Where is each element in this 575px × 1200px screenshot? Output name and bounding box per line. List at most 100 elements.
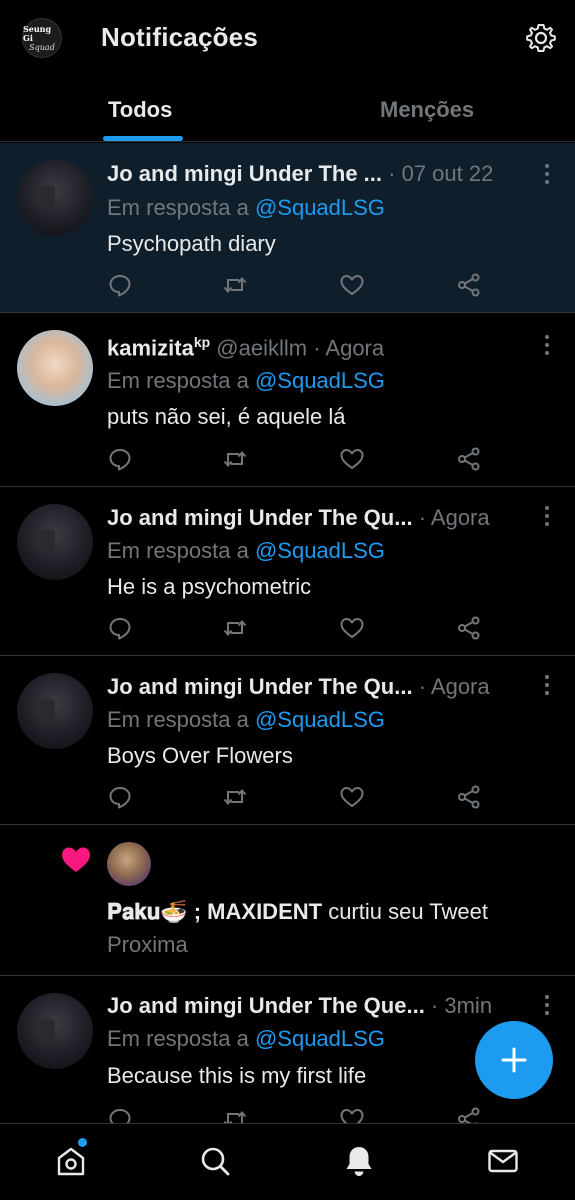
- like-icon[interactable]: [339, 272, 365, 298]
- heart-icon: [62, 847, 90, 872]
- tweet-actions: [107, 446, 487, 472]
- more-icon[interactable]: [537, 334, 557, 356]
- retweet-icon[interactable]: [222, 446, 248, 472]
- author-line: Jo and mingi Under The Qu... · Agora: [107, 505, 490, 531]
- like-icon[interactable]: [339, 446, 365, 472]
- author-name[interactable]: Jo and mingi Under The ...: [107, 161, 382, 186]
- avatar[interactable]: [17, 673, 93, 749]
- notification-item[interactable]: Jo and mingi Under The Qu... · Agora Em …: [0, 656, 575, 825]
- search-icon[interactable]: [198, 1144, 232, 1178]
- bottom-navigation: [0, 1123, 575, 1200]
- more-icon[interactable]: [537, 505, 557, 527]
- home-unread-dot: [78, 1138, 87, 1147]
- author-name-superscript: kp: [193, 334, 211, 350]
- notification-item[interactable]: kamizitakp @aeikllm · Agora Em resposta …: [0, 313, 575, 487]
- like-summary: 𝐏𝐚𝐤𝐮🍜 ; MAXIDENT curtiu seu Tweet: [107, 899, 488, 925]
- timestamp: · 3min: [424, 993, 493, 1018]
- timestamp: · Agora: [412, 674, 490, 699]
- reply-icon[interactable]: [107, 272, 133, 298]
- share-icon[interactable]: [456, 784, 482, 810]
- avatar[interactable]: [17, 160, 93, 236]
- author-name[interactable]: Jo and mingi Under The Que...: [107, 993, 425, 1018]
- notification-tabs: Todos Menções: [0, 80, 575, 142]
- author-name[interactable]: kamizita: [107, 335, 194, 360]
- retweet-icon[interactable]: [222, 1106, 248, 1123]
- reply-handle-link[interactable]: @SquadLSG: [255, 195, 385, 220]
- reply-context: Em resposta a @SquadLSG: [107, 538, 385, 564]
- tab-mencoes[interactable]: Menções: [380, 97, 474, 123]
- tweet-text: puts não sei, é aquele lá: [107, 404, 346, 429]
- tweet-actions: [107, 1106, 487, 1123]
- like-icon[interactable]: [339, 784, 365, 810]
- reply-context: Em resposta a @SquadLSG: [107, 1026, 385, 1052]
- handle-and-time: @aeikllm · Agora: [210, 335, 385, 361]
- liker-names[interactable]: 𝐏𝐚𝐤𝐮🍜 ; MAXIDENT: [107, 899, 322, 924]
- mail-icon[interactable]: [486, 1144, 520, 1178]
- reply-handle-link[interactable]: @SquadLSG: [255, 538, 385, 563]
- more-icon[interactable]: [537, 994, 557, 1016]
- reply-prefix: Em resposta a: [107, 368, 255, 393]
- tab-todos[interactable]: Todos: [108, 97, 172, 123]
- avatar[interactable]: [17, 993, 93, 1069]
- tweet-text: Because this is my first life: [107, 1063, 367, 1088]
- author-line: Jo and mingi Under The ... · 07 out 22: [107, 161, 493, 187]
- avatar[interactable]: [17, 330, 93, 406]
- tweet-actions: [107, 784, 487, 810]
- share-icon[interactable]: [456, 1106, 482, 1123]
- reply-prefix: Em resposta a: [107, 538, 255, 563]
- reply-handle-link[interactable]: @SquadLSG: [255, 707, 385, 732]
- author-line: kamizitakp @aeikllm · Agora: [107, 334, 384, 361]
- compose-tweet-button[interactable]: [475, 1021, 553, 1099]
- top-app-bar: Seung Gi Squad Notificações: [0, 0, 575, 78]
- gear-icon[interactable]: [525, 22, 557, 54]
- retweet-icon[interactable]: [222, 272, 248, 298]
- liker-avatar[interactable]: [107, 842, 151, 886]
- tweet-actions: [107, 272, 487, 298]
- author-line: Jo and mingi Under The Qu... · Agora: [107, 674, 490, 700]
- tweet-text: Psychopath diary: [107, 231, 276, 256]
- author-name[interactable]: Jo and mingi Under The Qu...: [107, 674, 413, 699]
- active-tab-indicator: [103, 136, 183, 141]
- reply-context: Em resposta a @SquadLSG: [107, 368, 385, 394]
- reply-handle-link[interactable]: @SquadLSG: [255, 1026, 385, 1051]
- reply-icon[interactable]: [107, 615, 133, 641]
- retweet-icon[interactable]: [222, 784, 248, 810]
- page-title: Notificações: [101, 22, 259, 52]
- like-action-text: curtiu seu Tweet: [322, 899, 488, 924]
- tweet-text: He is a psychometric: [107, 574, 312, 599]
- timestamp: · 07 out 22: [382, 161, 494, 186]
- profile-avatar[interactable]: Seung Gi Squad: [22, 18, 62, 58]
- author-line: Jo and mingi Under The Que... · 3min: [107, 993, 492, 1019]
- more-icon[interactable]: [537, 674, 557, 696]
- author-name[interactable]: Jo and mingi Under The Qu...: [107, 505, 413, 530]
- reply-prefix: Em resposta a: [107, 1026, 255, 1051]
- reply-icon[interactable]: [107, 784, 133, 810]
- avatar-logo-line1: Seung Gi: [23, 23, 52, 43]
- share-icon[interactable]: [456, 272, 482, 298]
- retweet-icon[interactable]: [222, 615, 248, 641]
- reply-prefix: Em resposta a: [107, 707, 255, 732]
- reply-icon[interactable]: [107, 1106, 133, 1123]
- bell-icon[interactable]: [342, 1144, 376, 1178]
- reply-icon[interactable]: [107, 446, 133, 472]
- like-notification-item[interactable]: 𝐏𝐚𝐤𝐮🍜 ; MAXIDENT curtiu seu Tweet Proxim…: [0, 825, 575, 976]
- more-icon[interactable]: [537, 163, 557, 185]
- liked-tweet-preview: Proxima: [107, 932, 188, 957]
- reply-prefix: Em resposta a: [107, 195, 255, 220]
- notification-item[interactable]: Jo and mingi Under The Qu... · Agora Em …: [0, 487, 575, 656]
- tweet-actions: [107, 615, 487, 641]
- like-icon[interactable]: [339, 615, 365, 641]
- reply-handle-link[interactable]: @SquadLSG: [255, 368, 385, 393]
- reply-context: Em resposta a @SquadLSG: [107, 707, 385, 733]
- tweet-text: Boys Over Flowers: [107, 743, 293, 768]
- timestamp: · Agora: [412, 505, 490, 530]
- like-icon[interactable]: [339, 1106, 365, 1123]
- plus-icon: [501, 1047, 527, 1073]
- avatar[interactable]: [17, 504, 93, 580]
- avatar-logo-line2: Squad: [29, 42, 55, 52]
- home-icon[interactable]: [54, 1144, 88, 1178]
- reply-context: Em resposta a @SquadLSG: [107, 195, 385, 221]
- share-icon[interactable]: [456, 446, 482, 472]
- share-icon[interactable]: [456, 615, 482, 641]
- notification-item[interactable]: Jo and mingi Under The ... · 07 out 22 E…: [0, 143, 575, 313]
